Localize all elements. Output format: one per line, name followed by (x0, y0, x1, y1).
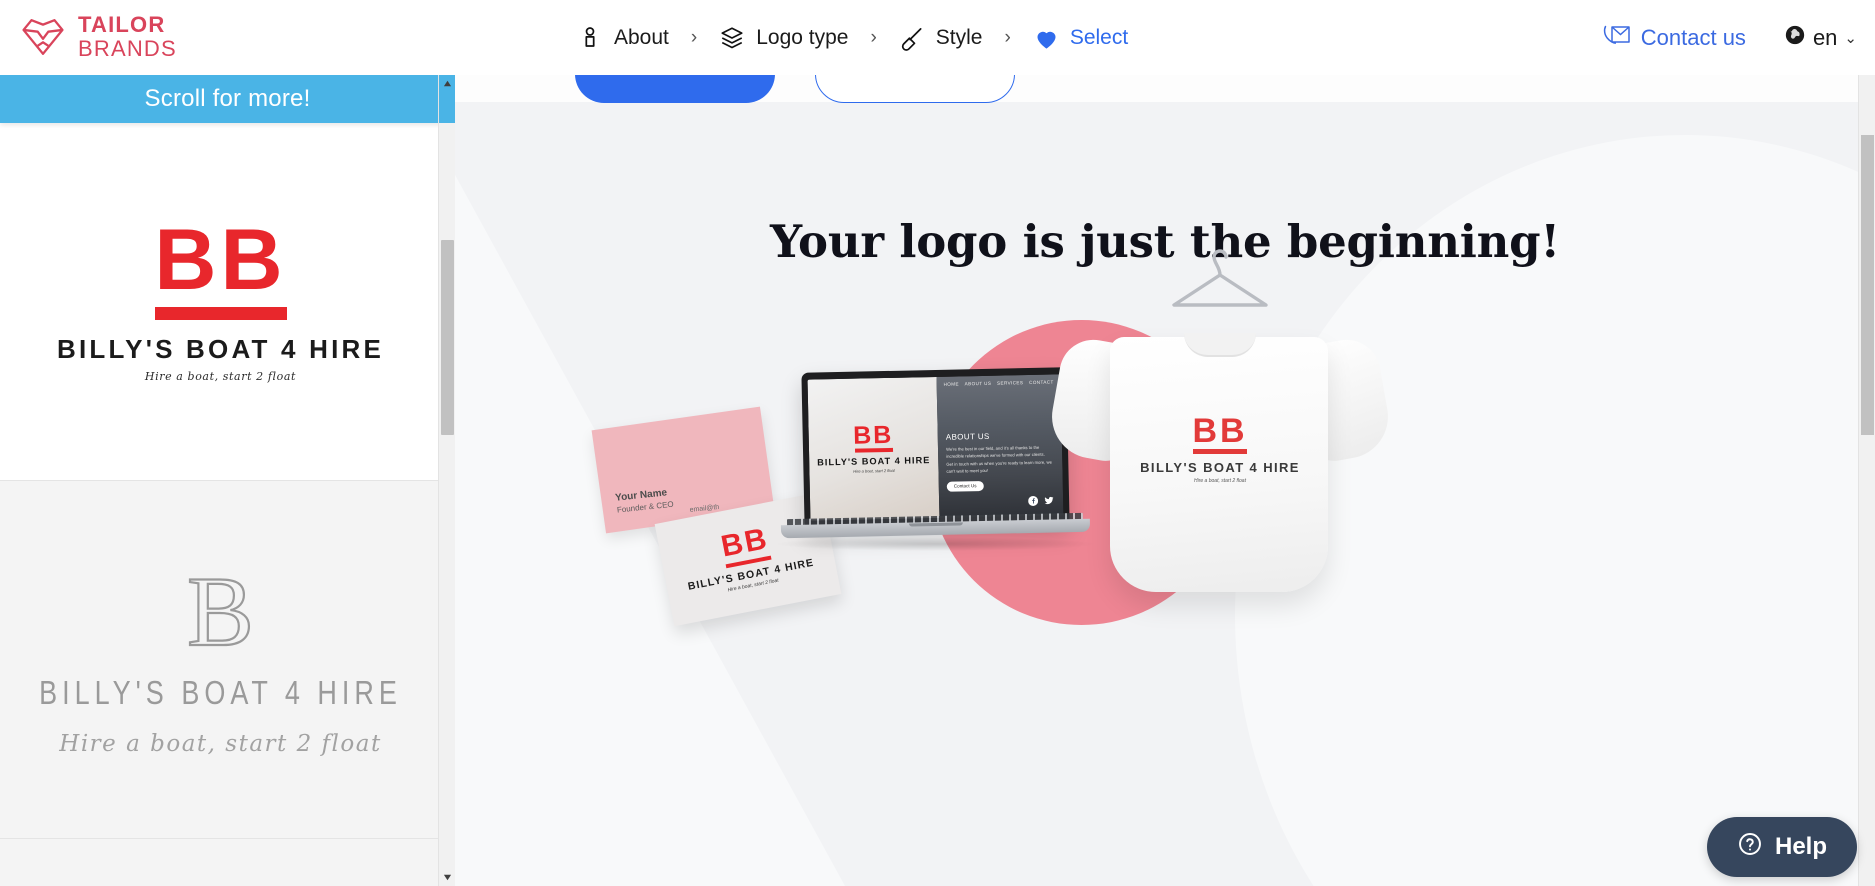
chevron-right-icon-1: › (690, 26, 698, 48)
partially-visible-buttons (575, 75, 1015, 103)
website-body-text: We're the best in our field, and it's al… (945, 444, 1052, 474)
scroll-for-more-banner: Scroll for more! (0, 75, 455, 123)
help-label: Help (1774, 833, 1827, 860)
website-nav-services[interactable]: SERVICES (997, 380, 1023, 386)
step-label-style: Style (935, 25, 983, 49)
main-content-area: Your logo is just the beginning! Your Na… (455, 75, 1875, 886)
website-contact-us-button[interactable]: Contact Us (946, 480, 984, 492)
twitter-icon (1044, 496, 1054, 508)
top-navigation-bar: TAILOR BRANDS About › Logo type › Style … (0, 0, 1875, 75)
website-nav-contact[interactable]: CONTACT (1029, 380, 1054, 386)
step-label-about: About (614, 25, 669, 49)
language-selector[interactable]: en ⌄ (1784, 24, 1857, 51)
language-label: en (1812, 24, 1838, 50)
logo-card-2[interactable]: B BILLY'S BOAT 4 HIRE Hire a boat, start… (0, 481, 441, 839)
logo-tagline-2: Hire a boat, start 2 float (59, 731, 382, 757)
logo-preview-red-stamp: BB BILLY'S BOAT 4 HIRE Hire a boat, star… (56, 212, 385, 383)
website-monogram: BB (852, 420, 894, 450)
website-tagline: Hire a boat, start 2 float (853, 468, 895, 475)
contact-us-button[interactable]: Contact us (1603, 24, 1746, 51)
product-mockup-scene: Your Name Founder & CEO email@th BB BILL… (455, 235, 1875, 655)
facebook-icon (1028, 495, 1039, 508)
website-brand-name: BILLY'S BOAT 4 HIRE (817, 455, 931, 468)
logo-monogram-2: B (186, 556, 255, 667)
scroll-up-arrow-icon[interactable] (439, 75, 455, 92)
tailor-brands-logo[interactable]: TAILOR BRANDS (20, 14, 177, 60)
step-about[interactable]: About (575, 25, 671, 51)
person-icon (577, 25, 603, 51)
logo-list: BB BILLY'S BOAT 4 HIRE Hire a boat, star… (0, 123, 441, 886)
laptop-mockup: BB BILLY'S BOAT 4 HIRE Hire a boat, star… (773, 367, 1098, 551)
tshirt-underline-bar (1193, 449, 1247, 455)
tailor-brands-heart-icon (20, 14, 66, 60)
tshirt-mockup: BB BILLY'S BOAT 4 HIRE Hire a boat, star… (1045, 295, 1395, 625)
chevron-right-icon-2: › (870, 26, 877, 48)
chevron-down-icon: ⌄ (1844, 29, 1857, 47)
website-nav-home[interactable]: HOME (943, 381, 958, 386)
step-style[interactable]: Style (897, 25, 985, 51)
tshirt-monogram: BB (1192, 412, 1248, 450)
website-nav-about[interactable]: ABOUT US (965, 381, 992, 387)
chevron-right-icon-3: › (1004, 26, 1011, 48)
logo-monogram-1: BB (154, 212, 287, 309)
step-label-select: Select (1069, 25, 1129, 49)
tshirt-tagline: Hire a boat, start 2 float (1194, 478, 1246, 485)
tshirt-print: BB BILLY'S BOAT 4 HIRE Hire a boat, star… (1055, 412, 1385, 485)
logo-name-2: BILLY'S BOAT 4 HIRE (39, 674, 402, 712)
laptop-screen: BB BILLY'S BOAT 4 HIRE Hire a boat, star… (801, 367, 1070, 530)
help-button[interactable]: Help (1706, 817, 1857, 877)
sidebar-scrollbar[interactable] (438, 75, 455, 886)
step-select[interactable]: Select (1031, 25, 1130, 51)
logo-results-sidebar[interactable]: Scroll for more! BB BILLY'S BOAT 4 HIRE … (0, 75, 455, 886)
website-hero-panel: BB BILLY'S BOAT 4 HIRE Hire a boat, star… (807, 376, 940, 521)
page-scrollbar[interactable] (1858, 75, 1875, 886)
website-underline-bar (854, 448, 893, 454)
logo-underline-bar-1 (154, 306, 287, 320)
logo-card-1[interactable]: BB BILLY'S BOAT 4 HIRE Hire a boat, star… (0, 123, 441, 481)
brand-line-2: BRANDS (78, 36, 177, 61)
website-section-heading: ABOUT US (945, 431, 990, 442)
logo-preview-outline: B BILLY'S BOAT 4 HIRE Hire a boat, start… (39, 556, 402, 757)
sidebar-scrollbar-thumb[interactable] (441, 240, 454, 435)
laptop-shadow (773, 537, 1098, 551)
wizard-steps: About › Logo type › Style › Select (575, 0, 1130, 75)
website-about-panel: HOME ABOUT US SERVICES CONTACT ABOUT US … (936, 374, 1064, 518)
globe-icon (1784, 24, 1806, 51)
paintbrush-icon (899, 25, 925, 51)
tshirt-brand-name: BILLY'S BOAT 4 HIRE (1140, 460, 1300, 476)
logo-name-1: BILLY'S BOAT 4 HIRE (56, 333, 385, 364)
step-label-logo-type: Logo type (756, 25, 849, 49)
logo-tagline-1: Hire a boat, start 2 float (144, 369, 297, 383)
top-right-actions: Contact us en ⌄ (1603, 0, 1857, 75)
primary-action-button[interactable] (575, 75, 775, 103)
logo-card-3[interactable]: BB (0, 839, 441, 886)
secondary-action-button[interactable] (815, 75, 1015, 103)
mail-phone-icon (1603, 24, 1631, 51)
website-social-icons (1028, 495, 1054, 509)
heart-icon (1033, 25, 1059, 51)
layers-icon (719, 25, 745, 51)
question-circle-icon (1737, 831, 1763, 864)
brand-line-1: TAILOR (78, 12, 166, 37)
contact-us-label: Contact us (1640, 24, 1746, 50)
website-nav: HOME ABOUT US SERVICES CONTACT (937, 374, 1061, 387)
page-scrollbar-thumb[interactable] (1861, 135, 1874, 435)
scroll-down-arrow-icon[interactable] (439, 869, 455, 886)
step-logo-type[interactable]: Logo type (717, 25, 850, 51)
